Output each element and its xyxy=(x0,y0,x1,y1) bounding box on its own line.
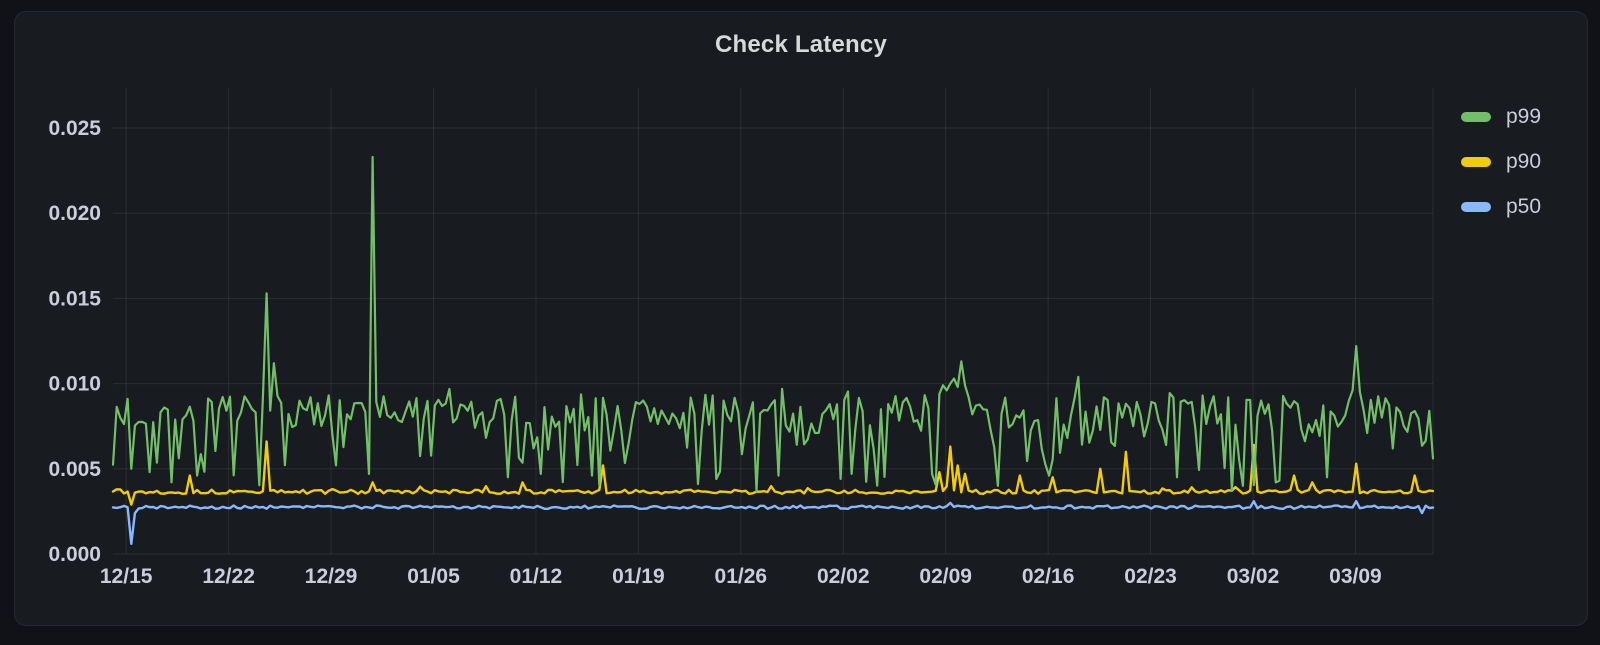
legend-swatch-p50 xyxy=(1461,202,1491,212)
x-axis-tick-label: 03/09 xyxy=(1329,565,1382,588)
legend-swatch-p90 xyxy=(1461,157,1491,167)
legend-label-p50: p50 xyxy=(1506,195,1541,219)
x-axis-tick-label: 02/02 xyxy=(817,565,870,588)
chart-legend: p99 p90 p50 xyxy=(1461,103,1541,221)
x-axis-tick-label: 02/16 xyxy=(1022,565,1075,588)
y-axis-tick-label: 0.015 xyxy=(48,287,101,310)
y-axis-tick-label: 0.005 xyxy=(48,458,101,481)
legend-label-p90: p90 xyxy=(1506,150,1541,174)
x-axis-tick-label: 03/02 xyxy=(1227,565,1280,588)
y-axis-tick-label: 0.025 xyxy=(48,117,101,140)
x-axis-tick-label: 02/09 xyxy=(919,565,972,588)
x-axis-tick-label: 12/22 xyxy=(202,565,255,588)
x-axis-tick-label: 12/29 xyxy=(305,565,358,588)
y-axis-tick-label: 0.000 xyxy=(48,543,101,566)
latency-time-series-chart[interactable]: 0.000 0.005 0.010 0.015 0.020 0.025 12/15 12/22… xyxy=(15,12,1589,625)
x-axis-tick-label: 02/23 xyxy=(1124,565,1177,588)
x-axis-tick-label: 01/26 xyxy=(715,565,768,588)
check-latency-panel: Check Latency 0.0000.0050.0100.0150.0200… xyxy=(14,11,1588,626)
y-axis-tick-label: 0.010 xyxy=(48,373,101,396)
x-axis-tick-label: 01/12 xyxy=(510,565,563,588)
legend-item-p90[interactable]: p90 xyxy=(1461,148,1541,176)
chart-plot-area[interactable] xyxy=(113,88,1433,554)
legend-item-p99[interactable]: p99 xyxy=(1461,103,1541,131)
x-axis-tick-label: 01/19 xyxy=(612,565,665,588)
y-axis-tick-label: 0.020 xyxy=(48,202,101,225)
x-axis-tick-label: 01/05 xyxy=(407,565,460,588)
x-axis-tick-label: 12/15 xyxy=(100,565,153,588)
legend-item-p50[interactable]: p50 xyxy=(1461,193,1541,221)
legend-label-p99: p99 xyxy=(1506,105,1541,129)
legend-swatch-p99 xyxy=(1461,112,1491,122)
